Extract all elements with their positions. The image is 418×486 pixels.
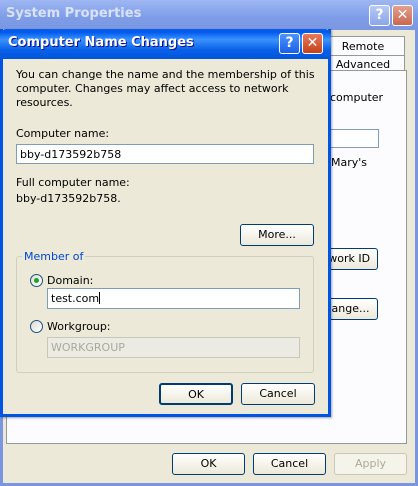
dialog-ok-button[interactable]: OK — [159, 383, 233, 405]
system-cancel-button[interactable]: Cancel — [253, 453, 326, 475]
close-icon[interactable]: ✕ — [392, 5, 413, 26]
full-computer-name-label: Full computer name: — [16, 176, 130, 189]
domain-label[interactable]: Domain: — [47, 274, 93, 287]
radio-selected-dot — [34, 278, 39, 283]
workgroup-radio[interactable] — [30, 320, 43, 333]
tab-remote[interactable]: Remote — [321, 36, 405, 56]
partial-marys-text: Mary's — [331, 156, 368, 169]
system-ok-button[interactable]: OK — [172, 453, 245, 475]
domain-input-value: test.com — [51, 292, 100, 305]
workgroup-label[interactable]: Workgroup: — [47, 320, 111, 333]
dialog-help-icon[interactable]: ? — [279, 33, 300, 54]
more-button[interactable]: More... — [240, 224, 314, 246]
domain-radio[interactable] — [30, 274, 43, 287]
system-apply-button[interactable]: Apply — [334, 453, 407, 475]
domain-input[interactable]: test.com — [47, 288, 300, 309]
partial-computer-text: computer — [330, 91, 384, 104]
dialog-cancel-button[interactable]: Cancel — [241, 383, 315, 405]
computer-name-label: Computer name: — [16, 127, 110, 140]
system-properties-title: System Properties — [6, 6, 142, 21]
member-of-legend: Member of — [22, 250, 86, 263]
computer-name-input[interactable]: bby-d173592b758 — [16, 144, 314, 164]
dialog-title: Computer Name Changes — [8, 35, 194, 50]
system-properties-titlebar[interactable]: System Properties — [0, 0, 418, 30]
full-computer-name-value: bby-d173592b758. — [16, 192, 121, 205]
help-icon[interactable]: ? — [369, 5, 390, 26]
dialog-close-icon[interactable]: ✕ — [302, 33, 323, 54]
text-cursor — [99, 292, 101, 304]
computer-description-field[interactable] — [330, 129, 379, 148]
dialog-description: You can change the name and the membersh… — [16, 68, 315, 109]
workgroup-input[interactable]: WORKGROUP — [47, 337, 300, 358]
